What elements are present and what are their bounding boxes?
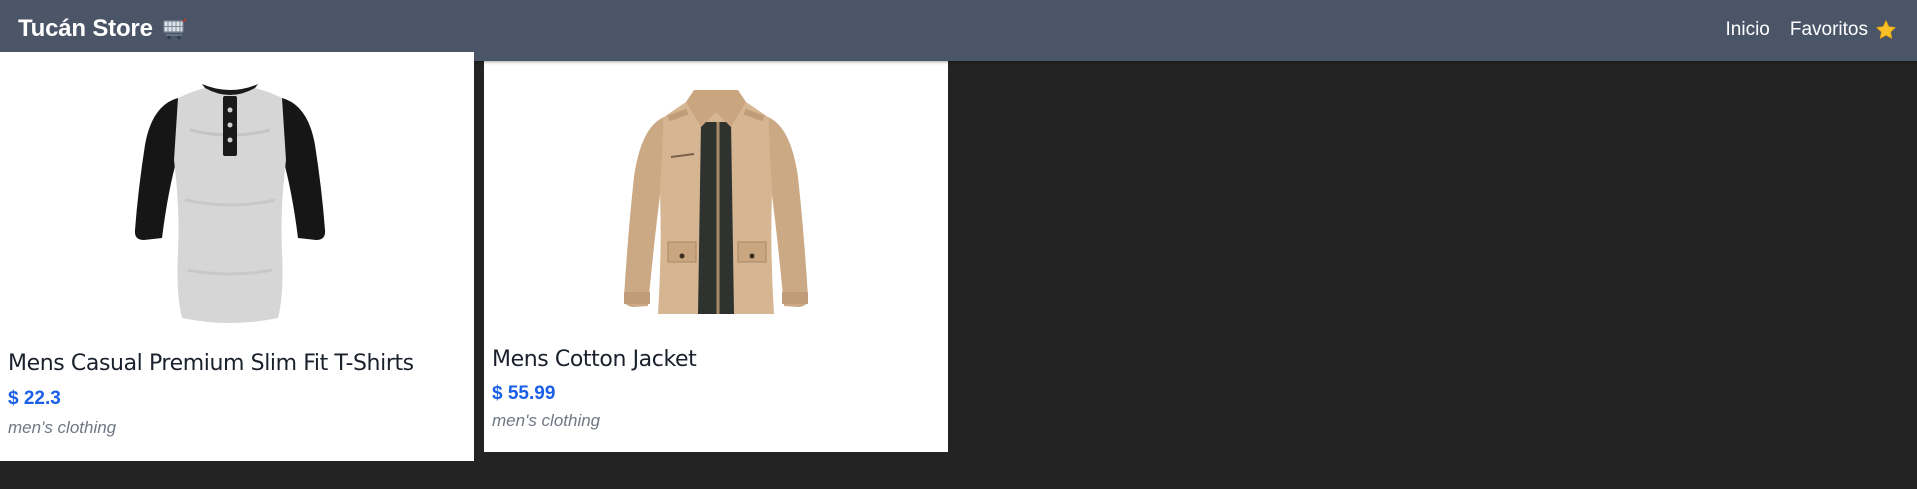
nav-links: Inicio Favoritos (1726, 19, 1898, 41)
nav-link-inicio[interactable]: Inicio (1726, 19, 1770, 41)
product-card[interactable]: Mens Cotton Jacket $ 55.99 men's clothin… (484, 61, 948, 452)
nav-link-inicio-label: Inicio (1725, 19, 1770, 40)
product-category: men's clothing (8, 418, 117, 437)
star-icon (1875, 19, 1897, 41)
product-category: men's clothing (492, 411, 601, 430)
brand-title: Tucán Store (18, 15, 153, 42)
product-card[interactable]: Mens Casual Premium Slim Fit T-Shirts $ … (0, 52, 474, 461)
henley-shirt-image (134, 84, 326, 323)
cotton-jacket-image (624, 90, 808, 314)
product-title: Mens Casual Premium Slim Fit T-Shirts (8, 351, 414, 376)
nav-link-favoritos-label: Favoritos (1789, 19, 1868, 40)
product-price: $ 22.3 (8, 388, 61, 409)
nav-link-favoritos[interactable]: Favoritos (1790, 19, 1897, 41)
product-title: Mens Cotton Jacket (492, 347, 697, 372)
shopping-cart-icon (163, 18, 187, 40)
brand-link[interactable]: Tucán Store (18, 15, 187, 43)
product-price: $ 55.99 (492, 383, 556, 404)
